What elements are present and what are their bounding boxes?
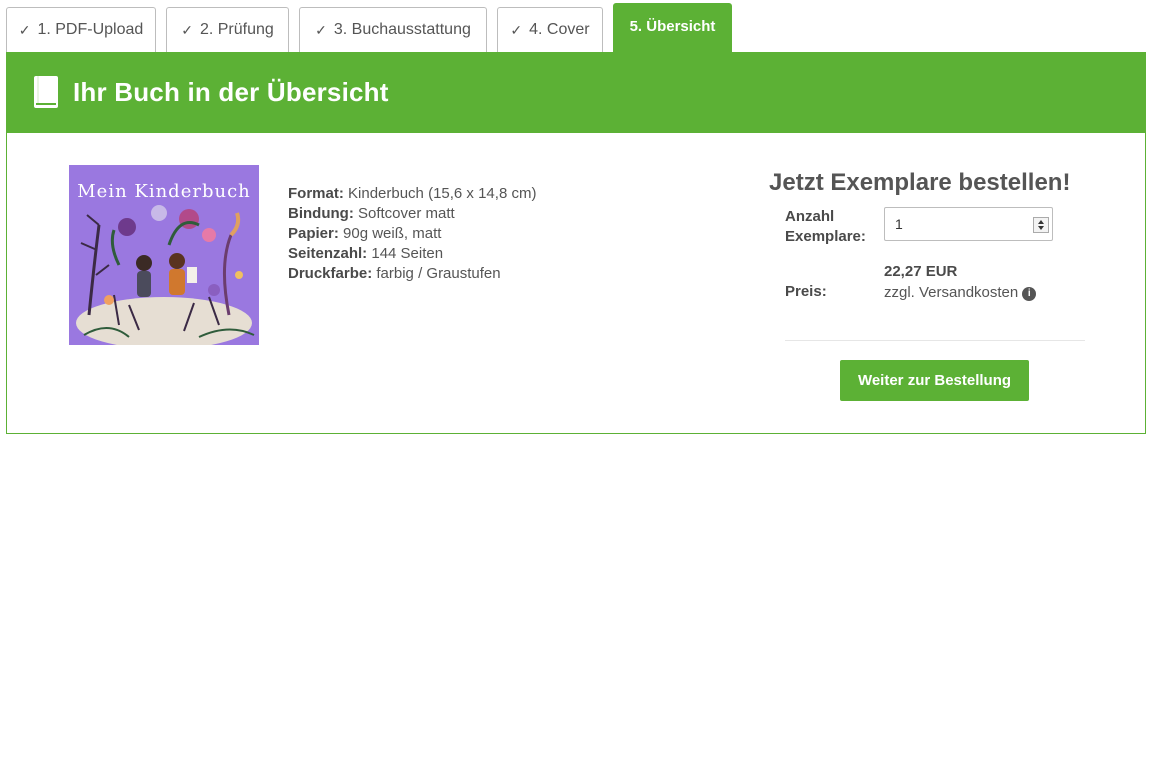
stepper-up-icon[interactable]: [1038, 220, 1044, 224]
quantity-input[interactable]: [884, 207, 1053, 241]
check-icon: ✓: [510, 21, 523, 38]
tab-pdf-upload[interactable]: ✓ 1. PDF-Upload: [6, 7, 156, 52]
price-value: 22,27 EUR: [884, 263, 958, 280]
quantity-label: Anzahl Exemplare:: [785, 208, 866, 245]
order-title: Jetzt Exemplare bestellen!: [769, 169, 1071, 196]
panel-header: Ihr Buch in der Übersicht: [7, 53, 1145, 133]
tab-label: 4. Cover: [529, 21, 590, 38]
stepper-down-icon[interactable]: [1038, 226, 1044, 230]
tab-buchausstattung[interactable]: ✓ 3. Buchausstattung: [299, 7, 487, 52]
shipping-note: zzgl. Versandkosten i: [884, 284, 1037, 301]
tab-pruefung[interactable]: ✓ 2. Prüfung: [166, 7, 289, 52]
page-title: Ihr Buch in der Übersicht: [73, 77, 389, 107]
divider: [785, 340, 1085, 341]
check-icon: ✓: [18, 21, 31, 38]
spec-papier: Papier: 90g weiß, matt: [288, 225, 442, 242]
spec-seitenzahl: Seitenzahl: 144 Seiten: [288, 245, 444, 262]
tab-label: 1. PDF-Upload: [37, 21, 144, 38]
spec-bindung: Bindung: Softcover matt: [288, 205, 455, 222]
check-icon: ✓: [181, 21, 193, 38]
info-icon[interactable]: i: [1022, 287, 1037, 301]
check-icon: ✓: [315, 21, 327, 38]
quantity-stepper[interactable]: [1033, 217, 1049, 233]
tab-label: 2. Prüfung: [199, 21, 274, 38]
spec-druckfarbe: Druckfarbe: farbig / Graustufen: [288, 265, 501, 282]
shipping-note-text: zzgl. Versandkosten: [884, 284, 1019, 301]
tab-label: 5. Übersicht: [629, 18, 716, 35]
continue-to-order-button[interactable]: Weiter zur Bestellung: [840, 360, 1029, 401]
book-specs: Format: Kinderbuch (15,6 x 14,8 cm) Bind…: [288, 184, 536, 284]
tab-uebersicht[interactable]: 5. Übersicht: [613, 3, 732, 52]
cover-illustration: [76, 205, 255, 345]
cover-title: Mein Kinderbuch: [77, 181, 251, 202]
book-cover-image: Mein Kinderbuch: [69, 165, 259, 345]
overview-panel: Ihr Buch in der Übersicht Mein Kinderbuc…: [6, 52, 1146, 434]
tab-cover[interactable]: ✓ 4. Cover: [497, 7, 603, 52]
tab-label: 3. Buchausstattung: [333, 21, 471, 38]
price-label: Preis:: [785, 283, 827, 300]
spec-format: Format: Kinderbuch (15,6 x 14,8 cm): [288, 185, 537, 202]
book-icon: [34, 76, 58, 108]
